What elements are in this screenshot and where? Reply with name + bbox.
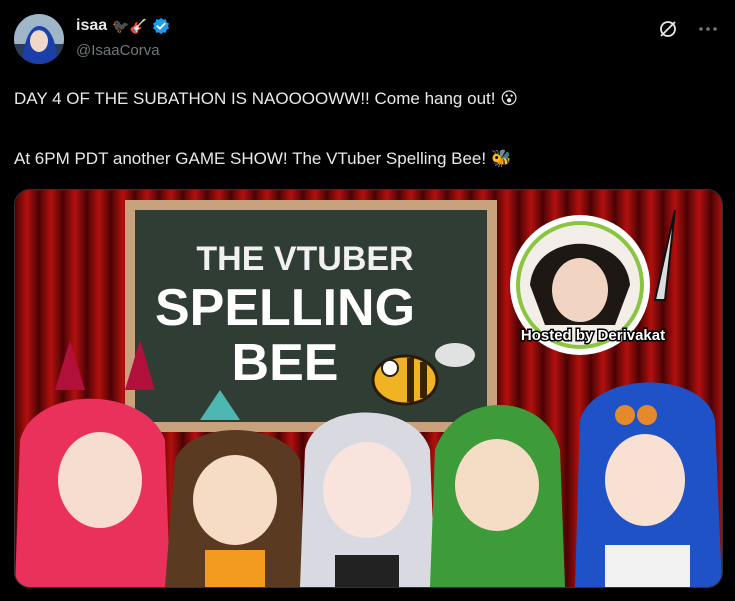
board-title-line-1: THE VTUBER [196,240,413,278]
tweet-media-image[interactable]: THE VTUBER SPELLING BEE Hosted by Deriva… [14,189,723,588]
spelling-bee-poster: THE VTUBER SPELLING BEE Hosted by Deriva… [15,190,722,587]
author-avatar[interactable] [14,14,64,64]
author-display-name[interactable]: isaa [76,17,107,35]
author-name-emojis: 🐦‍⬛🎸 [112,18,148,34]
avatar-image [14,14,64,64]
tweet-text-line-2: At 6PM PDT another GAME SHOW! The VTuber… [14,149,512,168]
author-handle[interactable]: @IsaaCorva [76,42,160,59]
board-title-line-3: BEE [232,334,339,392]
tweet-text-line-1: DAY 4 OF THE SUBATHON IS NAOOOOWW!! Come… [14,89,518,108]
verified-badge-icon[interactable] [152,17,170,35]
grok-slash-icon[interactable] [657,18,679,40]
tweet-top-actions [657,18,719,40]
vtuber-green-hair [430,405,565,587]
host-caption: Hosted by Derivakat [521,327,665,344]
author-name-row: isaa 🐦‍⬛🎸 [76,17,170,35]
vtuber-blue-hair [575,382,722,587]
vtuber-silver-hair [300,412,435,587]
board-title-line-2: SPELLING [155,279,415,337]
more-dots-icon[interactable] [697,18,719,40]
